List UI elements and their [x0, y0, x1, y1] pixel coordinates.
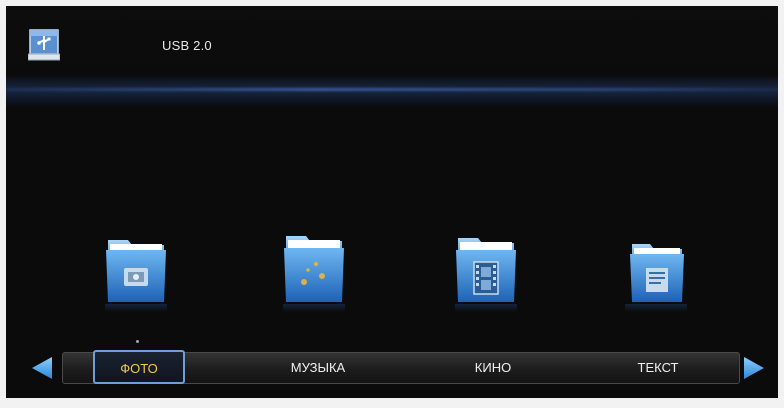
usb-drive-icon — [28, 29, 60, 61]
category-tab-music[interactable]: МУЗЫКА — [263, 353, 373, 383]
cursor-dot — [136, 340, 139, 343]
header-glow-band — [6, 76, 778, 106]
folder-reflection — [455, 304, 517, 312]
device-label: USB 2.0 — [162, 38, 212, 53]
photo-folder-icon[interactable] — [102, 234, 170, 306]
media-player-screen: USB 2.0 ФОТО МУЗЫКА КИНО ТЕКСТ — [6, 6, 778, 398]
folder-reflection — [283, 304, 345, 312]
text-folder-icon[interactable] — [622, 234, 690, 306]
movie-folder-icon[interactable] — [452, 234, 520, 306]
header-bar: USB 2.0 — [6, 6, 778, 78]
arrow-left-icon[interactable] — [30, 355, 54, 381]
folder-reflection — [625, 304, 687, 312]
music-folder-icon[interactable] — [280, 234, 348, 306]
category-tab-photo[interactable]: ФОТО — [93, 350, 185, 384]
folder-reflection — [105, 304, 167, 312]
glow-line — [6, 88, 778, 91]
category-tab-movie[interactable]: КИНО — [443, 353, 543, 383]
category-tab-text[interactable]: ТЕКСТ — [603, 353, 713, 383]
arrow-right-icon[interactable] — [742, 355, 766, 381]
category-bar: ФОТО МУЗЫКА КИНО ТЕКСТ — [62, 350, 740, 384]
